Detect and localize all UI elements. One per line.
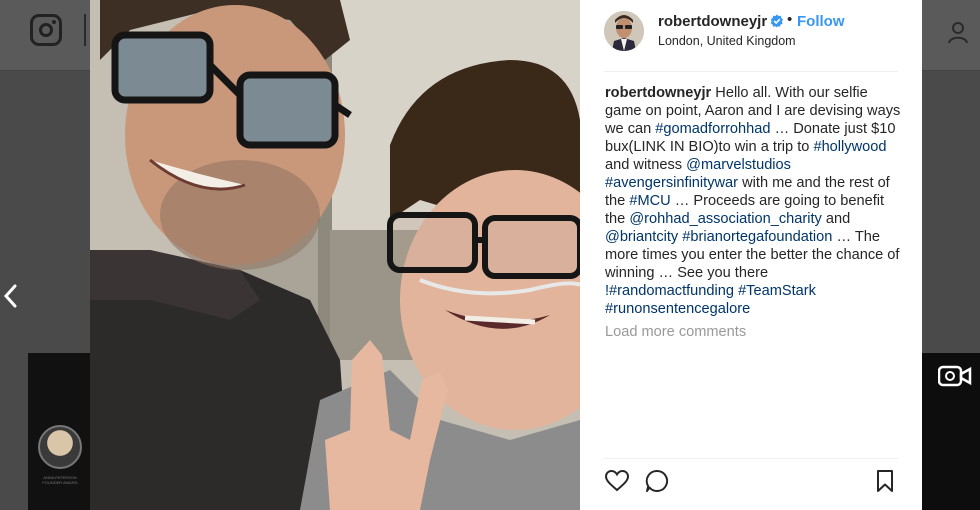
verified-badge-icon (770, 14, 783, 28)
header-divider (84, 14, 86, 46)
caption-username-link[interactable]: robertdowneyjr (605, 85, 711, 101)
avatar (38, 425, 82, 469)
post-actions (580, 458, 922, 510)
mention-link[interactable]: @rohhad_association_charity (629, 211, 821, 227)
heart-icon[interactable] (604, 468, 630, 494)
instagram-logo-icon[interactable] (30, 14, 62, 46)
mention-link[interactable]: @marvelstudios (686, 157, 791, 173)
hashtag-link[interactable]: #gomadforrohhad (655, 121, 770, 137)
hashtag-link[interactable]: #avengersinfinitywar (605, 175, 738, 191)
post-photo[interactable] (90, 0, 580, 510)
caption-text: and witness (605, 157, 687, 173)
post-header: robertdowneyjr • Follow London, United K… (580, 0, 922, 72)
background-post-thumbnail[interactable]: ANNA PATERSON FOUNDER AWARD (28, 353, 90, 510)
comment-icon[interactable] (644, 468, 670, 494)
username-link[interactable]: robertdowneyjr (658, 13, 767, 30)
mention-link[interactable]: @briantcity (605, 229, 678, 245)
background-video-thumbnail[interactable] (922, 353, 980, 510)
video-camera-icon (938, 365, 972, 387)
thumbnail-caption: ANNA PATERSON FOUNDER AWARD (42, 475, 78, 485)
follow-button[interactable]: Follow (797, 13, 845, 30)
user-icon[interactable] (946, 20, 970, 44)
hashtag-link[interactable]: #MCU (629, 193, 670, 209)
avatar[interactable] (604, 11, 644, 51)
load-more-comments-button[interactable]: Load more comments (605, 324, 746, 340)
separator-dot: • (787, 11, 793, 28)
hashtag-link[interactable]: #hollywood (813, 139, 886, 155)
location-link[interactable]: London, United Kingdom (658, 34, 796, 48)
selfie-photo (90, 0, 580, 510)
avatar-image (604, 11, 644, 51)
hashtag-link[interactable]: #brianortegafoundation (682, 229, 832, 245)
hashtag-link[interactable]: #runonsentencegalore (605, 301, 750, 317)
header-divider-line (604, 71, 898, 72)
bookmark-icon[interactable] (872, 468, 898, 494)
caption-text: and (821, 211, 851, 227)
hashtag-link[interactable]: #TeamStark (738, 283, 816, 299)
chevron-left-icon[interactable] (0, 282, 22, 310)
post-detail-panel: robertdowneyjr • Follow London, United K… (580, 0, 922, 510)
hashtag-link[interactable]: !#randomactfunding (605, 283, 734, 299)
post-caption: robertdowneyjr Hello all. With our selfi… (605, 84, 901, 318)
